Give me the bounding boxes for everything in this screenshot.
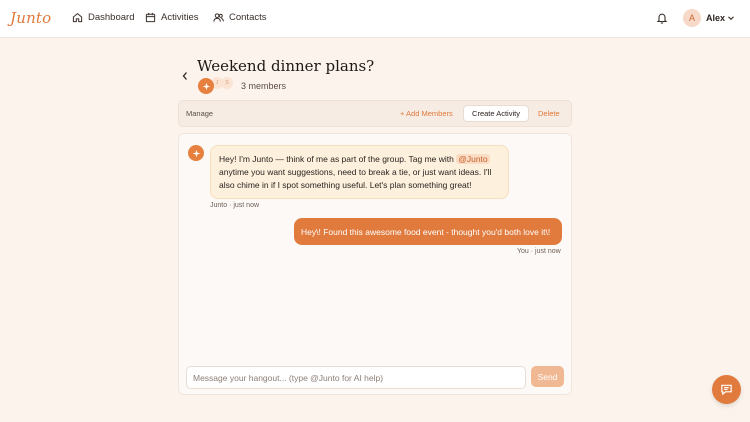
bot-message-bubble: Hey! I'm Junto — think of me as part of …: [210, 145, 509, 199]
mention-tag: @Junto: [456, 154, 490, 164]
bot-message-text-rest: anytime you want suggestions, need to br…: [219, 167, 492, 190]
message-input[interactable]: [186, 366, 526, 389]
manage-label: Manage: [186, 109, 214, 118]
send-button[interactable]: Send: [531, 366, 564, 387]
users-icon: [213, 13, 224, 22]
top-nav: Junto Dashboard Activities Contacts A Al…: [0, 0, 750, 38]
chat-fab-button[interactable]: [712, 375, 741, 404]
sparkle-icon: [192, 149, 200, 157]
sparkle-icon: [202, 82, 210, 90]
chevron-down-icon[interactable]: [727, 14, 735, 22]
members-count: 3 members: [241, 81, 287, 91]
manage-bar: Manage + Add Members Create Activity Del…: [178, 100, 572, 127]
member-avatar-junto: [198, 78, 214, 94]
nav-activities-label: Activities: [161, 12, 199, 23]
nav-dashboard-label: Dashboard: [88, 12, 135, 23]
brand-logo[interactable]: Junto: [10, 9, 51, 27]
nav-contacts[interactable]: Contacts: [213, 12, 267, 23]
calendar-icon: [145, 12, 156, 23]
bell-icon[interactable]: [656, 12, 668, 24]
chat-bubble-icon: [721, 384, 732, 396]
user-message-meta: You · just now: [517, 248, 561, 255]
user-message-bubble: Hey\! Found this awesome food event - th…: [294, 218, 562, 245]
page-title: Weekend dinner plans?: [197, 57, 375, 75]
junto-avatar: [188, 145, 204, 161]
bot-message-meta: Junto · just now: [210, 202, 260, 209]
avatar[interactable]: A: [683, 9, 701, 27]
bot-message-text: Hey! I'm Junto — think of me as part of …: [219, 154, 457, 164]
back-chevron-icon[interactable]: [181, 71, 189, 81]
user-name[interactable]: Alex: [706, 13, 725, 23]
add-members-button[interactable]: + Add Members: [400, 109, 453, 118]
nav-contacts-label: Contacts: [229, 12, 267, 23]
home-icon: [72, 12, 83, 23]
delete-button[interactable]: Delete: [538, 109, 560, 118]
create-activity-button[interactable]: Create Activity: [463, 105, 529, 122]
nav-dashboard[interactable]: Dashboard: [72, 12, 134, 23]
nav-activities[interactable]: Activities: [145, 12, 198, 23]
